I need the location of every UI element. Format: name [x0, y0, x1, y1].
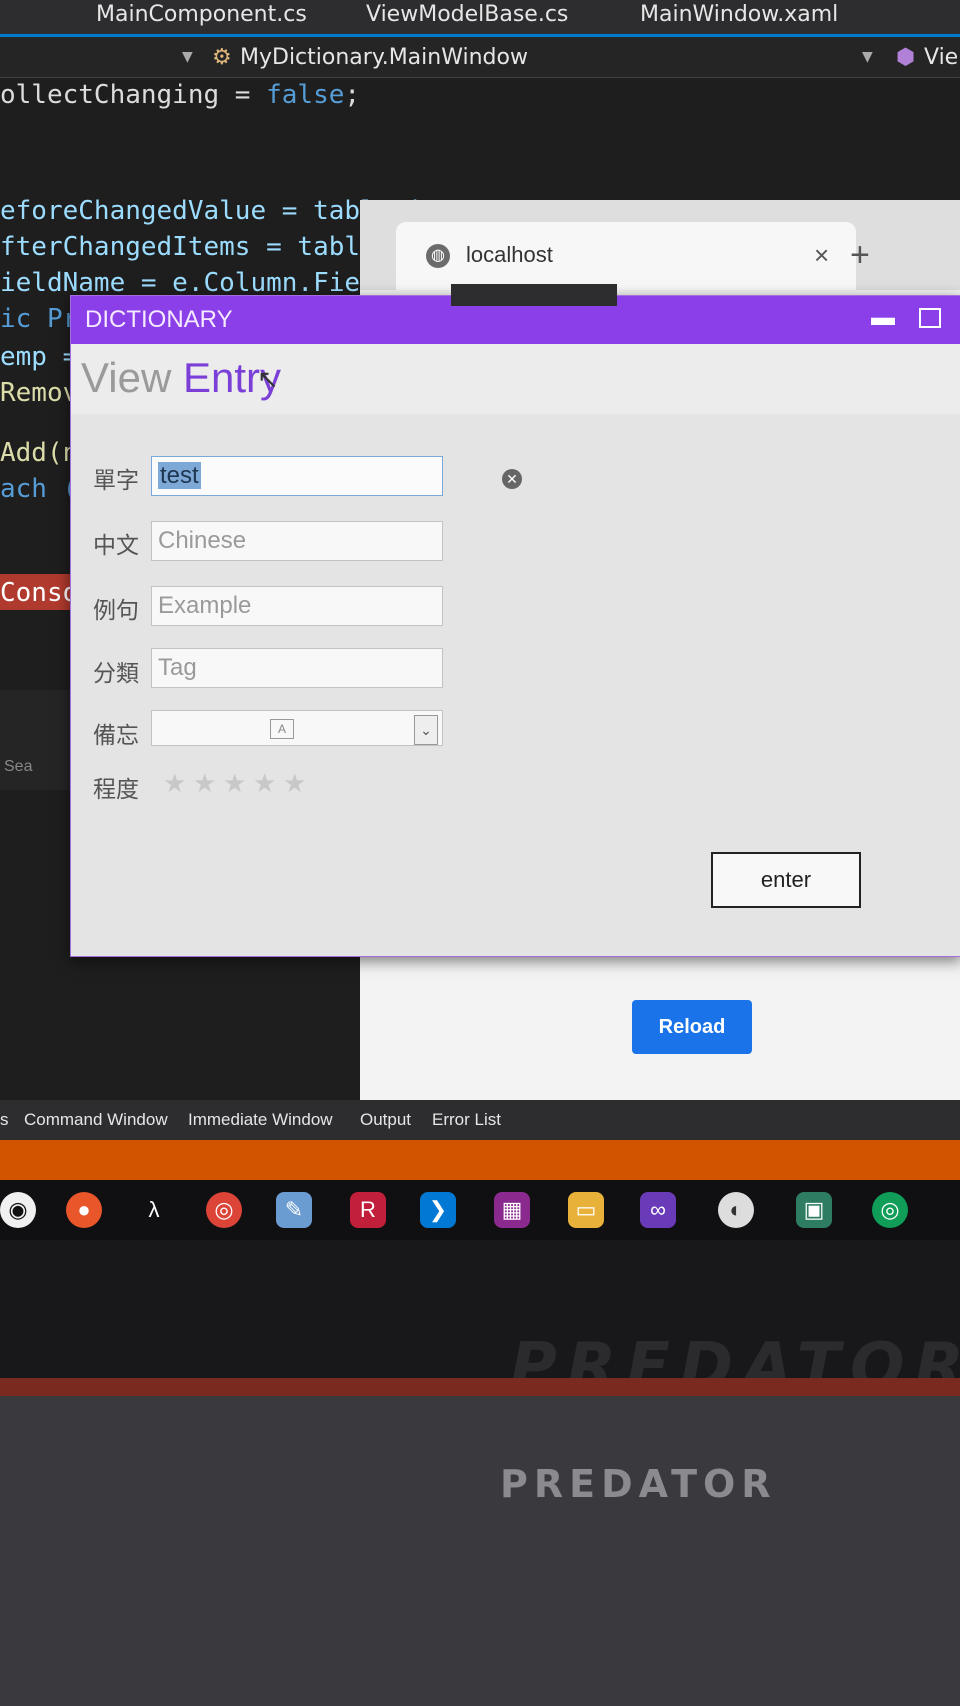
level-label: 程度: [93, 777, 139, 803]
reload-button[interactable]: Reload: [632, 1000, 752, 1054]
nav-class-selector[interactable]: MyDictionary.MainWindow: [240, 45, 528, 70]
word-input-value: test: [158, 462, 201, 489]
chevron-down-icon[interactable]: ⌄: [414, 715, 438, 745]
globe-icon: ◍: [426, 244, 450, 268]
class-icon: ⚙: [212, 45, 232, 70]
rating-star-2-icon[interactable]: ★: [193, 768, 216, 799]
ide-status-bar: [0, 1140, 960, 1180]
visual-studio-icon[interactable]: ∞: [640, 1192, 676, 1228]
code-line[interactable]: emp =: [0, 342, 78, 372]
rider-icon[interactable]: R: [350, 1192, 386, 1228]
example-input[interactable]: Example: [151, 586, 443, 626]
new-tab-icon[interactable]: +: [850, 236, 870, 275]
rating-star-5-icon[interactable]: ★: [283, 768, 306, 799]
taskbar: ◉ ● λ ◎ ✎ R ❯ ▦ ▭ ∞ ◐ ▣ ◎: [0, 1180, 960, 1240]
clear-icon[interactable]: ✕: [502, 469, 522, 489]
word-input[interactable]: test ✕: [151, 456, 522, 496]
nav-dropdown-arrow-icon[interactable]: ▼: [182, 49, 193, 65]
nav-member-dropdown-icon[interactable]: ▼: [862, 49, 873, 65]
ide-panel-tabs: s Command Window Immediate Window Output…: [0, 1100, 960, 1140]
lambda-icon[interactable]: λ: [136, 1192, 172, 1228]
tag-label: 分類: [93, 661, 139, 687]
app-menu-bar: View Entry ↖: [71, 344, 960, 414]
ide-tab-maincomponent[interactable]: MainComponent.cs: [96, 2, 307, 27]
window-drag-grip[interactable]: [451, 284, 617, 306]
rating-star-1-icon[interactable]: ★: [163, 768, 186, 799]
panel-tab-output[interactable]: Output: [360, 1110, 411, 1130]
vscode-icon[interactable]: ❯: [420, 1192, 456, 1228]
panel-tab-error-list[interactable]: Error List: [432, 1110, 501, 1130]
folder-icon[interactable]: ▭: [568, 1192, 604, 1228]
panel-tab-immediate-window[interactable]: Immediate Window: [188, 1110, 333, 1130]
example-label: 例句: [93, 598, 139, 624]
member-icon: ⬢: [896, 45, 916, 70]
browser-tab-title: localhost: [466, 242, 553, 267]
panel-tab-command-window[interactable]: Command Window: [24, 1110, 168, 1130]
browser-tab-strip: ◍ localhost × +: [360, 200, 960, 290]
code-line[interactable]: ollectChanging = false;: [0, 80, 360, 110]
maximize-icon[interactable]: [919, 308, 941, 328]
chrome-icon[interactable]: ◎: [872, 1192, 908, 1228]
code-keyword: false: [266, 80, 345, 110]
memo-label: 備忘: [93, 723, 139, 749]
font-icon: A: [270, 719, 294, 739]
ide-document-tabs: MainComponent.cs ViewModelBase.cs MainWi…: [0, 0, 960, 37]
chinese-input[interactable]: Chinese: [151, 521, 443, 561]
rating-star-4-icon[interactable]: ★: [253, 768, 276, 799]
app-title: DICTIONARY: [85, 306, 233, 333]
laptop-base: [0, 1396, 960, 1706]
winrar-icon[interactable]: ▦: [494, 1192, 530, 1228]
monitor-screen: MainComponent.cs ViewModelBase.cs MainWi…: [0, 0, 960, 1240]
ide-tab-viewmodelbase[interactable]: ViewModelBase.cs: [366, 2, 568, 27]
panel-tab-partial[interactable]: s: [0, 1110, 9, 1130]
menu-view[interactable]: View: [81, 354, 171, 402]
mouse-cursor-icon: ↖: [257, 364, 279, 394]
ide-tab-mainwindow[interactable]: MainWindow.xaml: [640, 2, 838, 27]
github-icon[interactable]: ◉: [0, 1192, 36, 1228]
rating-star-3-icon[interactable]: ★: [223, 768, 246, 799]
app-icon[interactable]: ◐: [718, 1192, 754, 1228]
ide-navigation-bar: ▼ ⚙ MyDictionary.MainWindow ▼ ⬢ Vie: [0, 37, 960, 78]
postman-icon[interactable]: ●: [66, 1192, 102, 1228]
laptop-base-logo: PREDATOR: [500, 1462, 777, 1506]
dictionary-app-window: DICTIONARY ▬ View Entry ↖ 單字 test ✕ 中文 C…: [70, 284, 960, 957]
nav-member-selector[interactable]: Vie: [924, 45, 958, 70]
code-text: ;: [344, 80, 361, 110]
close-tab-icon[interactable]: ×: [814, 240, 829, 271]
tag-input[interactable]: Tag: [151, 648, 443, 688]
laptop-hinge: [0, 1378, 960, 1396]
minimize-icon[interactable]: ▬: [871, 304, 895, 332]
chinese-label: 中文: [93, 533, 139, 559]
chrome-icon[interactable]: ◎: [206, 1192, 242, 1228]
enter-button[interactable]: enter: [711, 852, 861, 908]
word-label: 單字: [93, 468, 139, 494]
paint-icon[interactable]: ✎: [276, 1192, 312, 1228]
code-text: ollectChanging =: [0, 80, 267, 110]
memo-combobox[interactable]: A ⌄: [151, 710, 443, 746]
terminal-icon[interactable]: ▣: [796, 1192, 832, 1228]
search-panel-label[interactable]: Sea: [4, 758, 32, 776]
browser-tab[interactable]: ◍ localhost ×: [396, 222, 856, 290]
